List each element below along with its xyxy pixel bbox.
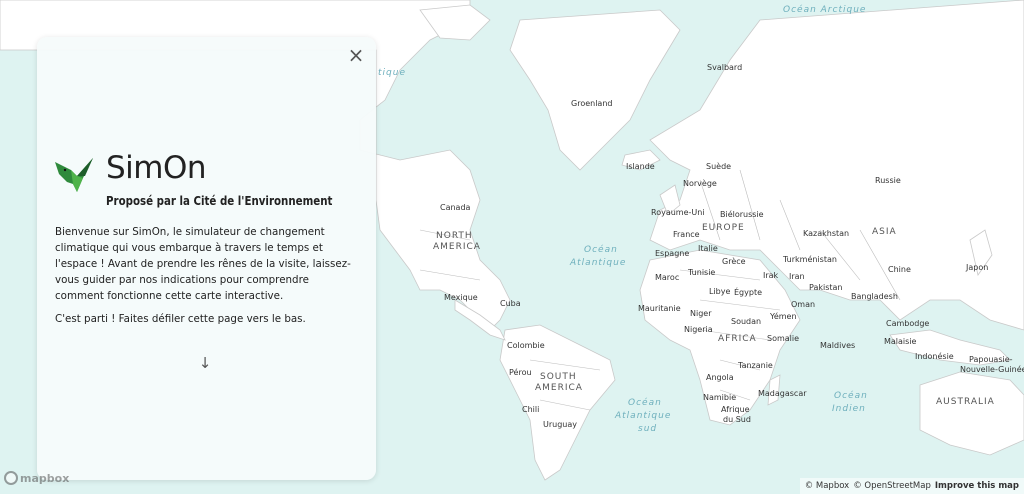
label-tanzanie: Tanzanie	[738, 361, 773, 370]
label-yemen: Yémen	[770, 312, 797, 321]
label-ocean-partial: tique	[378, 68, 406, 78]
label-italie: Italie	[698, 244, 718, 253]
intro-panel: × SimOn Proposé par la Cité de l'Environ…	[37, 37, 376, 480]
label-soudan: Soudan	[731, 317, 762, 326]
mapbox-logo-text: mapbox	[20, 471, 70, 485]
label-ocean-arctique: Océan Arctique	[783, 5, 867, 15]
label-europe: EUROPE	[702, 223, 745, 233]
label-asia: ASIA	[872, 227, 897, 237]
label-suede: Suède	[706, 162, 732, 171]
label-espagne: Espagne	[655, 249, 690, 258]
label-turkmenistan: Turkménistan	[783, 255, 837, 264]
label-papouasie-2: Nouvelle-Guinée	[960, 365, 1024, 374]
label-norvege: Norvège	[683, 179, 717, 188]
attrib-mapbox-link[interactable]: © Mapbox	[805, 481, 850, 491]
label-ocean-atlantique-sud-3: sud	[638, 424, 658, 434]
label-cambodge: Cambodge	[886, 319, 930, 328]
label-groenland: Groenland	[571, 99, 613, 108]
label-libye: Libye	[709, 287, 731, 296]
label-ocean-atlantique-2: Atlantique	[570, 258, 627, 268]
label-malaisie: Malaisie	[884, 337, 917, 346]
label-irak: Irak	[763, 271, 779, 280]
label-royaume-uni: Royaume-Uni	[651, 208, 705, 217]
label-france: France	[673, 230, 700, 239]
improve-map-link[interactable]: Improve this map	[935, 481, 1019, 491]
label-uruguay: Uruguay	[543, 420, 577, 429]
mapbox-logo[interactable]: mapbox	[4, 470, 69, 486]
label-south-america-1: SOUTH	[540, 372, 577, 382]
label-maldives: Maldives	[820, 341, 856, 350]
label-japon: Japon	[966, 263, 989, 272]
label-namibie: Namibie	[703, 393, 737, 402]
label-cuba: Cuba	[500, 299, 521, 308]
label-afrique-sud-2: du Sud	[723, 415, 751, 424]
label-islande: Islande	[626, 162, 655, 171]
label-papouasie-1: Papouasie-	[969, 355, 1013, 364]
label-perou: Pérou	[509, 368, 532, 377]
label-kazakhstan: Kazakhstan	[803, 229, 850, 238]
intro-text: Bienvenue sur SimOn, le simulateur de ch…	[55, 226, 351, 302]
arrow-down-icon[interactable]: ↓	[197, 354, 213, 372]
label-oman: Oman	[791, 300, 816, 309]
label-grece: Grèce	[722, 257, 746, 266]
map-attribution: © Mapbox © OpenStreetMap Improve this ma…	[799, 478, 1024, 494]
label-north-america-2: AMERICA	[433, 242, 481, 252]
scroll-hint-text: C'est parti ! Faites défiler cette page …	[55, 313, 306, 325]
label-madagascar: Madagascar	[758, 389, 807, 398]
label-canada: Canada	[440, 203, 471, 212]
label-bielorussie: Biélorussie	[720, 210, 764, 219]
label-egypte: Égypte	[734, 288, 763, 297]
label-australia: AUSTRALIA	[936, 397, 995, 407]
label-afrique-sud-1: Afrique	[721, 405, 750, 414]
mapbox-logo-icon	[4, 471, 18, 485]
label-north-america-1: NORTH	[436, 231, 473, 241]
label-tunisie: Tunisie	[688, 268, 716, 277]
label-iran: Iran	[789, 272, 805, 281]
label-ocean-atlantique-sud-2: Atlantique	[615, 411, 672, 421]
label-africa: AFRICA	[718, 334, 757, 344]
label-indonesie: Indonésie	[915, 352, 954, 361]
attrib-osm-link[interactable]: © OpenStreetMap	[853, 481, 931, 491]
label-chine: Chine	[888, 265, 911, 274]
label-bangladesh: Bangladesh	[851, 292, 898, 301]
label-maroc: Maroc	[655, 273, 680, 282]
label-colombie: Colombie	[507, 341, 545, 350]
label-ocean-indien-1: Océan	[834, 391, 868, 401]
label-mexique: Mexique	[444, 293, 478, 302]
label-russie: Russie	[875, 176, 901, 185]
app-subtitle: Proposé par la Cité de l'Environnement	[106, 193, 333, 208]
hummingbird-logo-icon	[55, 158, 93, 192]
label-south-america-2: AMERICA	[535, 383, 583, 393]
label-svalbard: Svalbard	[707, 63, 743, 72]
label-ocean-indien-2: Indien	[832, 404, 866, 414]
label-somalie: Somalie	[767, 334, 800, 343]
label-pakistan: Pakistan	[809, 283, 843, 292]
label-niger: Niger	[690, 309, 712, 318]
label-ocean-atlantique-sud-1: Océan	[628, 398, 662, 408]
label-mauritanie: Mauritanie	[638, 304, 681, 313]
label-angola: Angola	[706, 373, 734, 382]
label-nigeria: Nigeria	[684, 325, 713, 334]
close-button[interactable]: ×	[346, 45, 366, 65]
label-ocean-atlantique-1: Océan	[584, 245, 618, 255]
app-title: SimOn	[106, 150, 207, 186]
label-chili: Chili	[522, 405, 540, 414]
